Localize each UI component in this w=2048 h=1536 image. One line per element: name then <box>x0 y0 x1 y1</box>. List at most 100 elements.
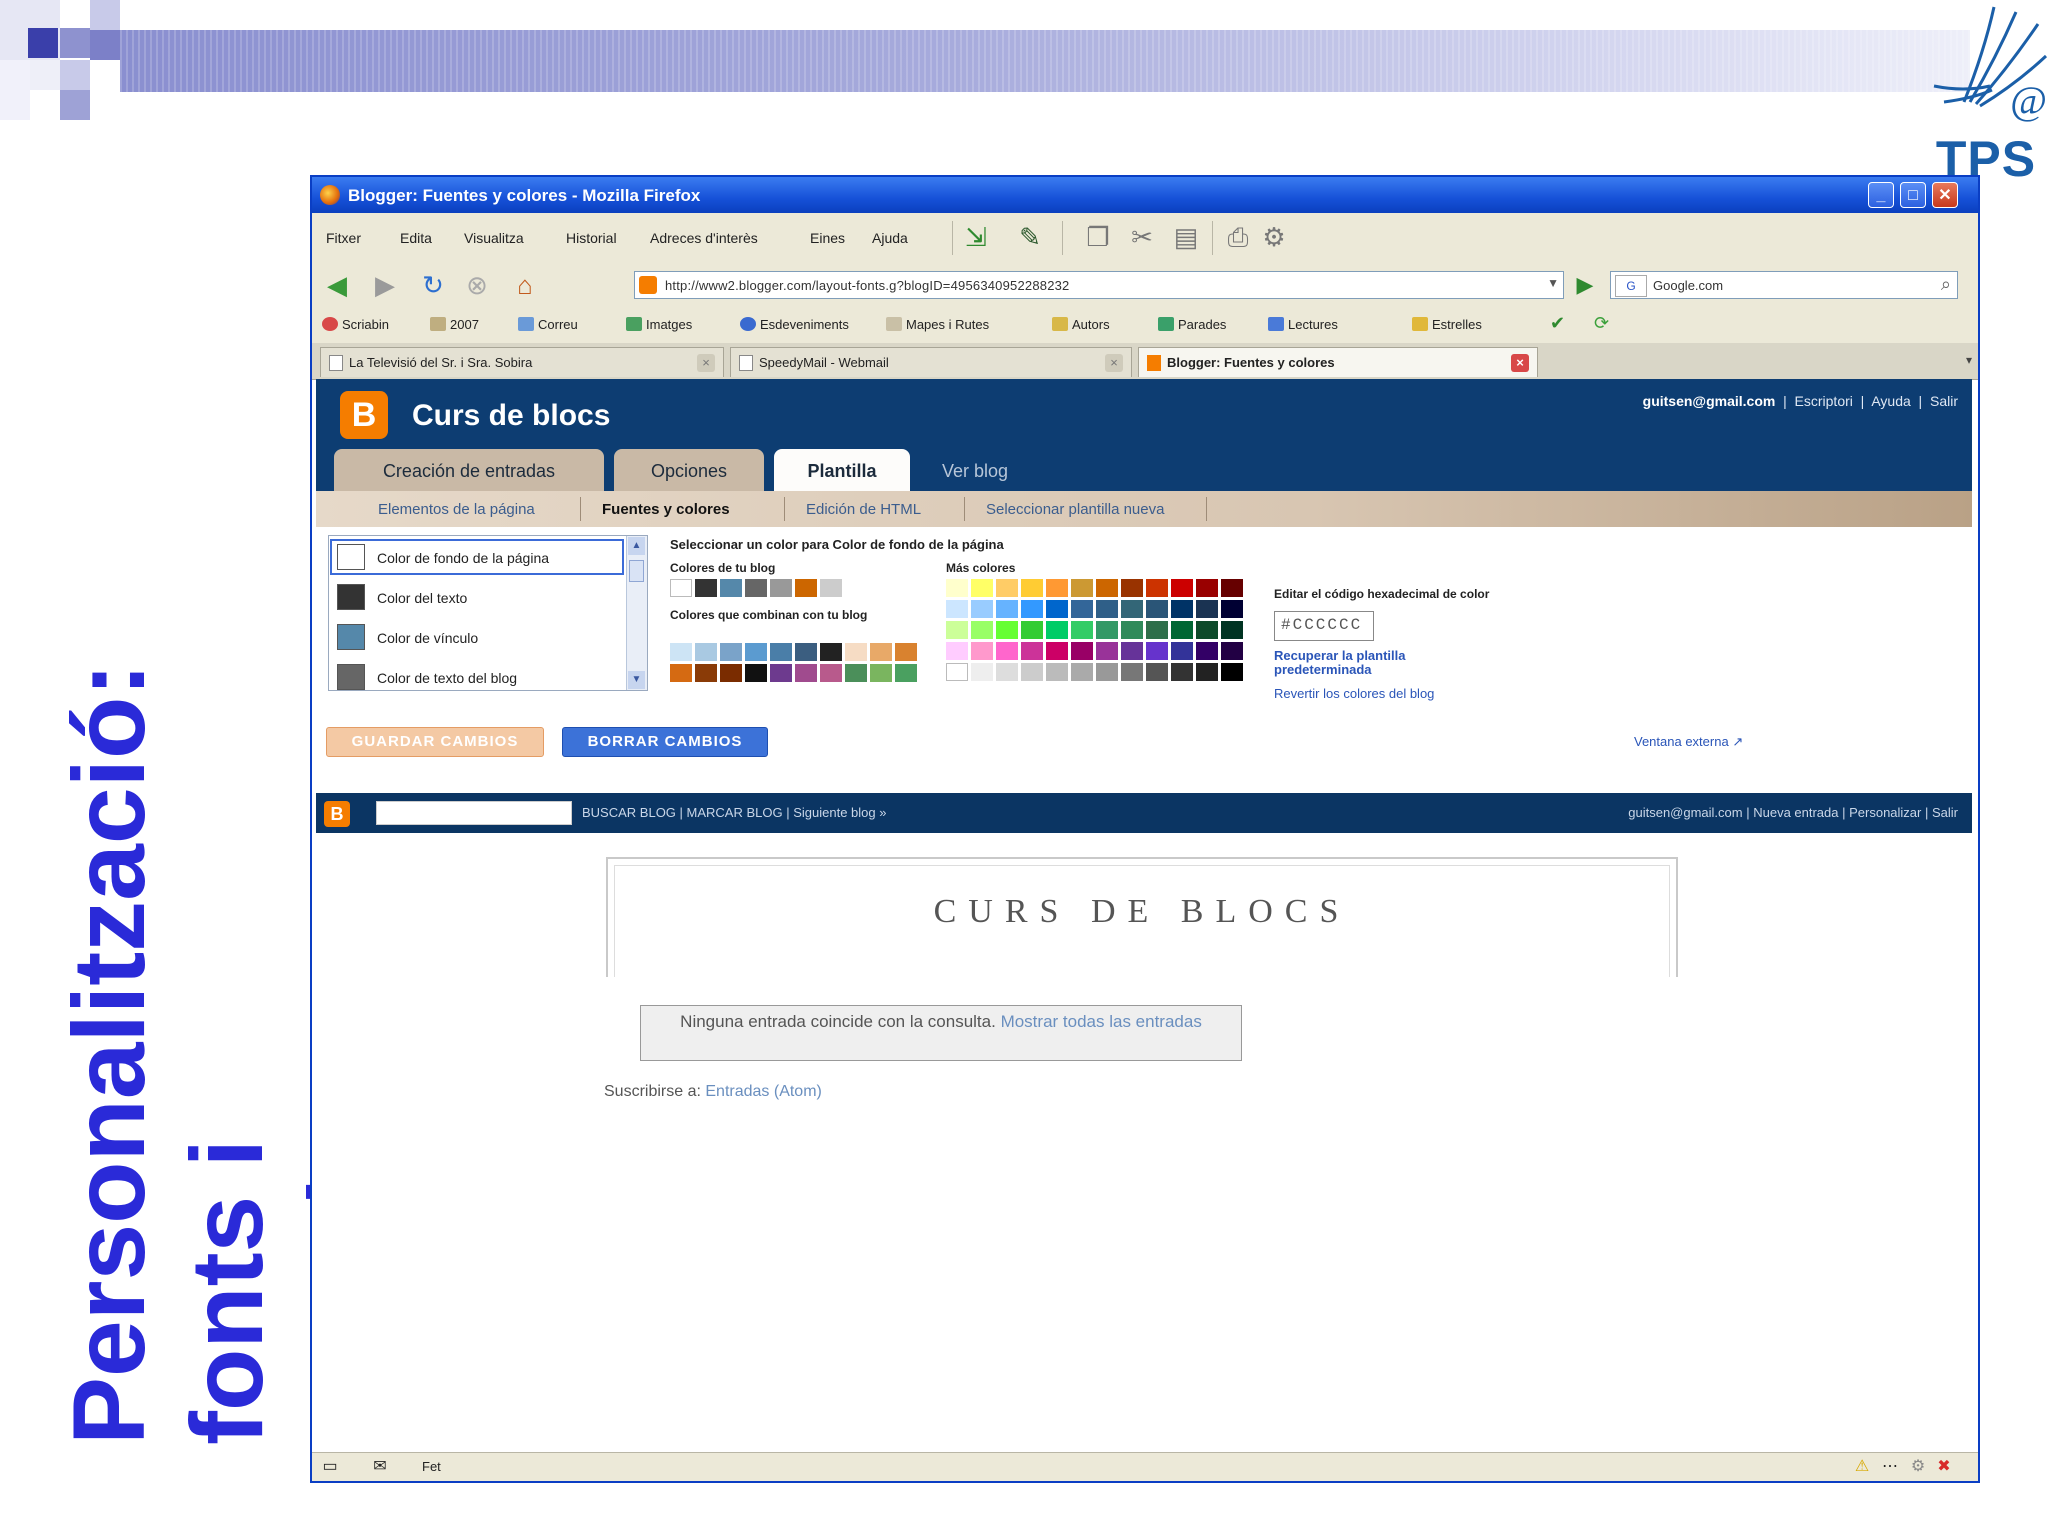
color-swatch[interactable] <box>1171 579 1193 597</box>
color-swatch[interactable] <box>1171 663 1193 681</box>
block-icon[interactable]: ✖ <box>1934 1457 1954 1477</box>
close-tab-icon[interactable]: × <box>1105 354 1123 372</box>
color-swatch[interactable] <box>996 663 1018 681</box>
navbar-search-input[interactable] <box>376 801 572 825</box>
menu-history[interactable]: Historial <box>566 230 617 246</box>
color-swatch[interactable] <box>820 643 842 661</box>
maximize-button[interactable]: □ <box>1900 182 1926 208</box>
color-swatch[interactable] <box>1021 579 1043 597</box>
search-bar[interactable]: G Google.com ⌕ <box>1610 271 1958 299</box>
color-swatch[interactable] <box>1146 663 1168 681</box>
menu-view[interactable]: Visualitza <box>464 230 524 246</box>
revert-colors-link[interactable]: Revertir los colores del blog <box>1274 687 1434 701</box>
show-all-posts-link[interactable]: Mostrar todas las entradas <box>1001 1012 1202 1031</box>
ellipsis-icon[interactable]: ⋯ <box>1880 1457 1900 1477</box>
color-swatch[interactable] <box>1096 663 1118 681</box>
color-swatch[interactable] <box>720 664 742 682</box>
color-swatch[interactable] <box>1146 600 1168 618</box>
search-engine-icon[interactable]: G <box>1615 275 1647 297</box>
color-swatch[interactable] <box>1146 579 1168 597</box>
color-swatch[interactable] <box>1121 621 1143 639</box>
color-swatch[interactable] <box>1021 621 1043 639</box>
atom-feed-link[interactable]: Entradas (Atom) <box>705 1083 821 1100</box>
reload-icon[interactable]: ↻ <box>416 268 450 302</box>
color-swatch[interactable] <box>745 664 767 682</box>
signout-link[interactable]: Salir <box>1930 393 1958 409</box>
color-swatch[interactable] <box>1046 600 1068 618</box>
flag-blog-link[interactable]: MARCAR BLOG <box>687 805 783 820</box>
color-swatch[interactable] <box>1046 579 1068 597</box>
color-swatch[interactable] <box>1096 579 1118 597</box>
color-swatch[interactable] <box>695 643 717 661</box>
clear-changes-button[interactable]: BORRAR CAMBIOS <box>562 727 768 757</box>
subtab-pick-template[interactable]: Seleccionar plantilla nueva <box>986 501 1164 518</box>
color-swatch[interactable] <box>670 664 692 682</box>
color-swatch[interactable] <box>1221 621 1243 639</box>
color-swatch[interactable] <box>946 621 968 639</box>
address-bar[interactable]: http://www2.blogger.com/layout-fonts.g?b… <box>634 271 1564 299</box>
color-swatch[interactable] <box>946 579 968 597</box>
copy-icon[interactable]: ❐ <box>1082 221 1114 253</box>
color-swatch[interactable] <box>996 642 1018 660</box>
feather-icon[interactable]: ✎ <box>1014 221 1046 253</box>
bookmark-item[interactable]: Correu <box>518 317 578 332</box>
list-item[interactable]: Color de fondo de la página <box>329 538 625 576</box>
color-swatch[interactable] <box>1021 642 1043 660</box>
customize-link[interactable]: Personalizar <box>1849 805 1921 820</box>
stop-icon[interactable]: ⊗ <box>460 268 494 302</box>
color-swatch[interactable] <box>820 579 842 597</box>
scroll-down-icon[interactable]: ▼ <box>628 671 645 689</box>
color-swatch[interactable] <box>996 621 1018 639</box>
tab-list-chevron-icon[interactable]: ▾ <box>1966 353 1972 367</box>
gear-icon[interactable]: ⚙ <box>1908 1457 1928 1477</box>
color-swatch[interactable] <box>1196 663 1218 681</box>
gear-icon[interactable]: ⚙ <box>1258 221 1290 253</box>
blogger-logo-icon[interactable]: B <box>340 391 388 439</box>
color-swatch[interactable] <box>1021 663 1043 681</box>
menu-edit[interactable]: Edita <box>400 230 432 246</box>
signout-link[interactable]: Salir <box>1932 805 1958 820</box>
color-swatch[interactable] <box>695 579 717 597</box>
color-swatch[interactable] <box>745 643 767 661</box>
forward-icon[interactable]: ▶ <box>368 268 402 302</box>
color-swatch[interactable] <box>770 664 792 682</box>
color-swatch[interactable] <box>1121 642 1143 660</box>
color-swatch[interactable] <box>1146 621 1168 639</box>
color-swatch[interactable] <box>895 643 917 661</box>
scroll-up-icon[interactable]: ▲ <box>628 537 645 555</box>
close-tab-icon[interactable]: × <box>1511 354 1529 372</box>
color-swatch[interactable] <box>1171 621 1193 639</box>
color-swatch[interactable] <box>946 600 968 618</box>
color-swatch[interactable] <box>1196 621 1218 639</box>
list-item[interactable]: Color del texto <box>329 578 625 616</box>
minimize-button[interactable]: _ <box>1868 182 1894 208</box>
external-window-link[interactable]: Ventana externa ↗ <box>1634 734 1743 750</box>
subtab-fonts-colors[interactable]: Fuentes y colores <box>602 501 730 518</box>
tab-template[interactable]: Plantilla <box>774 449 910 491</box>
restore-template-link[interactable]: Recuperar la plantilla predeterminada <box>1274 649 1474 677</box>
save-changes-button[interactable]: GUARDAR CAMBIOS <box>326 727 544 757</box>
color-swatch[interactable] <box>1046 663 1068 681</box>
menu-file[interactable]: Fitxer <box>326 230 361 246</box>
subtab-edit-html[interactable]: Edición de HTML <box>806 501 921 518</box>
color-swatch[interactable] <box>670 579 692 597</box>
new-post-link[interactable]: Nueva entrada <box>1753 805 1838 820</box>
close-tab-icon[interactable]: × <box>697 354 715 372</box>
tab-view-blog[interactable]: Ver blog <box>920 449 1030 491</box>
color-element-list[interactable]: Color de fondo de la página Color del te… <box>328 535 648 691</box>
close-button[interactable]: ✕ <box>1932 182 1958 208</box>
tab-posting[interactable]: Creación de entradas <box>334 449 604 491</box>
color-swatch[interactable] <box>745 579 767 597</box>
color-swatch[interactable] <box>996 600 1018 618</box>
color-swatch[interactable] <box>1071 579 1093 597</box>
blog-header-title[interactable]: CURS DE BLOCS <box>608 893 1676 931</box>
cut-icon[interactable]: ✂ <box>1126 221 1158 253</box>
color-swatch[interactable] <box>720 643 742 661</box>
scroll-thumb[interactable] <box>629 560 644 582</box>
color-swatch[interactable] <box>795 664 817 682</box>
color-swatch[interactable] <box>1121 600 1143 618</box>
bookmark-item[interactable]: Lectures <box>1268 317 1338 332</box>
color-swatch[interactable] <box>971 579 993 597</box>
list-item[interactable]: Color de vínculo <box>329 618 625 656</box>
bookmark-item[interactable]: Parades <box>1158 317 1226 332</box>
